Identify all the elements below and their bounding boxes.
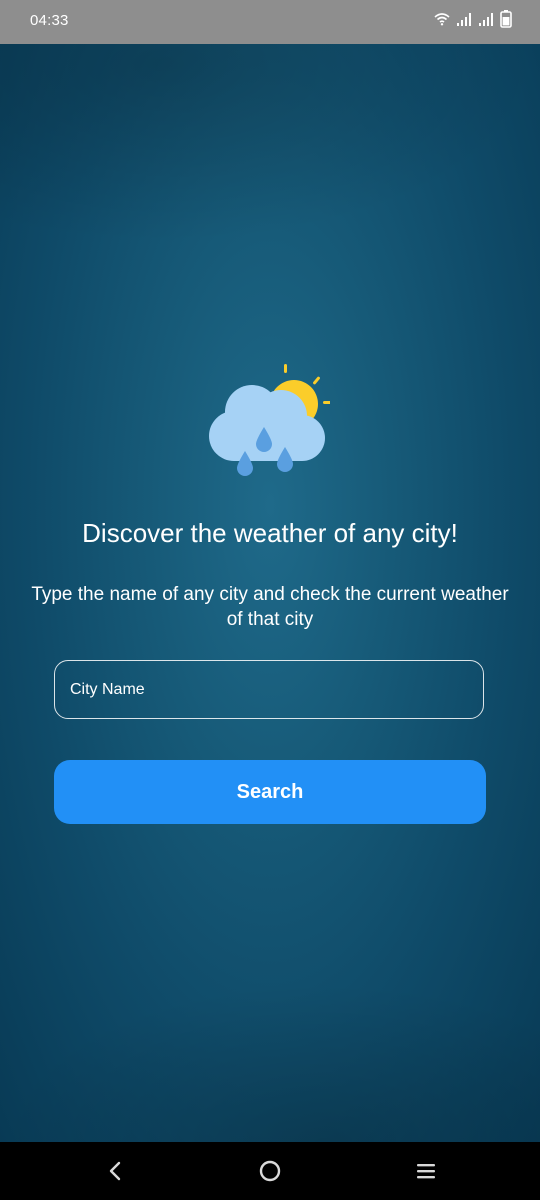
page-description: Type the name of any city and check the … (31, 584, 509, 630)
background-texture-top (0, 44, 540, 244)
app-screen: 04:33 Discover the weather of any city! … (0, 0, 540, 1200)
page-title: Discover the weather of any city! (82, 518, 458, 548)
search-button[interactable]: Search (54, 760, 486, 824)
city-input[interactable] (55, 661, 483, 718)
navigation-bar (0, 1142, 540, 1200)
city-input-field[interactable] (54, 660, 484, 719)
status-bar: 04:33 (0, 0, 540, 44)
background-texture-bottom (0, 982, 540, 1142)
home-icon[interactable] (255, 1156, 285, 1186)
status-time: 04:33 (30, 12, 69, 29)
recents-icon[interactable] (411, 1156, 441, 1186)
back-icon[interactable] (100, 1156, 130, 1186)
battery-icon (500, 10, 512, 28)
signal-icon (478, 12, 494, 26)
signal-icon (456, 12, 472, 26)
cloud-sun-rain-icon (204, 360, 331, 484)
status-icons (434, 10, 512, 28)
wifi-icon (434, 12, 450, 26)
